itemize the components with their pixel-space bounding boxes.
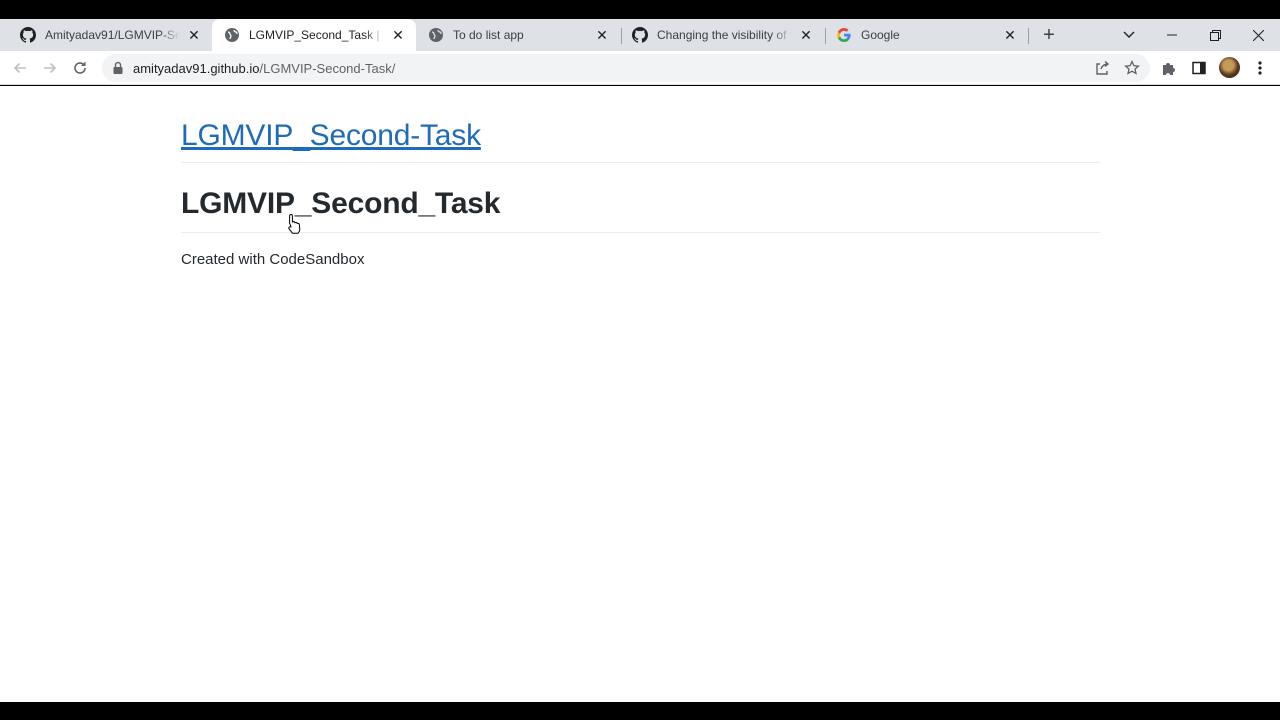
- close-icon[interactable]: ✕: [594, 27, 610, 43]
- reload-button[interactable]: [68, 56, 92, 80]
- tab-title: Changing the visibility of your GitHub P…: [657, 28, 792, 42]
- browser-toolbar: amityadav91.github.io/LGMVIP-Second-Task…: [0, 51, 1280, 85]
- menu-button[interactable]: [1248, 56, 1272, 80]
- site-title-link[interactable]: LGMVIP_Second-Task: [181, 119, 481, 153]
- tab-github-docs[interactable]: Changing the visibility of your GitHub P…: [620, 19, 824, 51]
- star-icon[interactable]: [1120, 56, 1144, 80]
- lock-icon[interactable]: [112, 61, 124, 75]
- url-host: amityadav91.github.io: [133, 61, 260, 76]
- github-icon: [632, 27, 648, 43]
- page-body: LGMVIP_Second-Task LGMVIP_Second_Task Cr…: [181, 86, 1100, 268]
- screen-bottom-border: [0, 702, 1280, 720]
- google-icon: [836, 27, 852, 43]
- close-icon[interactable]: ✕: [390, 27, 406, 43]
- tab-title: Amityadav91/LGMVIP-Second-Task: [45, 28, 180, 42]
- header-divider: [181, 162, 1100, 163]
- extensions-button[interactable]: [1157, 56, 1181, 80]
- arrow-left-icon: [13, 62, 26, 74]
- page-content: LGMVIP_Second-Task LGMVIP_Second_Task Cr…: [0, 86, 1280, 702]
- chevron-down-icon: [1123, 31, 1135, 38]
- close-icon[interactable]: ✕: [186, 27, 202, 43]
- page-heading: LGMVIP_Second_Task: [181, 187, 501, 220]
- tab-separator: [1028, 28, 1029, 44]
- heading-divider: [181, 232, 1100, 233]
- tab-todo-app[interactable]: To do list app ✕: [416, 19, 620, 51]
- side-panel-icon: [1192, 61, 1206, 75]
- screen-top-border: [0, 0, 1280, 19]
- globe-icon: [224, 27, 240, 43]
- arrow-right-icon: [44, 62, 57, 74]
- profile-avatar[interactable]: [1219, 57, 1240, 78]
- tab-strip: Amityadav91/LGMVIP-Second-Task ✕ LGMVIP_…: [0, 19, 1280, 51]
- github-icon: [20, 27, 36, 43]
- globe-icon: [428, 27, 444, 43]
- kebab-menu-icon: [1258, 61, 1262, 75]
- tab-github-pages-site[interactable]: LGMVIP_Second_Task | LGMVIP-Second-Task …: [212, 19, 416, 51]
- browser-window: Amityadav91/LGMVIP-Second-Task ✕ LGMVIP_…: [0, 0, 1280, 720]
- tab-title: LGMVIP_Second_Task | LGMVIP-Second-Task: [249, 28, 384, 42]
- address-bar[interactable]: amityadav91.github.io/LGMVIP-Second-Task…: [102, 54, 1150, 82]
- tab-title: To do list app: [453, 28, 524, 42]
- close-icon[interactable]: ✕: [1002, 27, 1018, 43]
- hand-cursor-icon: [288, 213, 301, 234]
- page-paragraph: Created with CodeSandbox: [181, 251, 365, 268]
- minimize-button[interactable]: [1150, 19, 1194, 51]
- url-text: amityadav91.github.io/LGMVIP-Second-Task…: [133, 61, 395, 76]
- close-window-button[interactable]: [1236, 19, 1280, 51]
- tab-search-button[interactable]: [1107, 19, 1151, 51]
- side-panel-button[interactable]: [1187, 56, 1211, 80]
- close-icon[interactable]: ✕: [798, 27, 814, 43]
- tab-title: Google: [861, 28, 900, 42]
- share-icon[interactable]: [1090, 56, 1114, 80]
- restore-button[interactable]: [1193, 19, 1237, 51]
- back-button[interactable]: [8, 56, 32, 80]
- reload-icon: [74, 61, 86, 74]
- tab-google[interactable]: Google ✕: [824, 19, 1028, 51]
- tab-github-repo[interactable]: Amityadav91/LGMVIP-Second-Task ✕: [8, 19, 212, 51]
- puzzle-icon: [1163, 63, 1175, 75]
- forward-button[interactable]: [38, 56, 62, 80]
- new-tab-button[interactable]: +: [1037, 23, 1061, 47]
- url-path: /LGMVIP-Second-Task/: [259, 61, 396, 76]
